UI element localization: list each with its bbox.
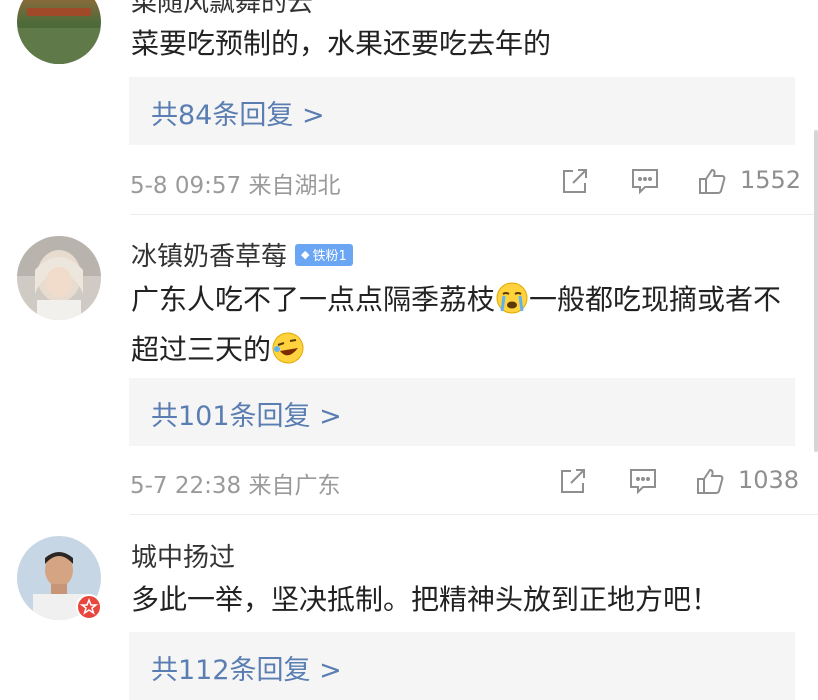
fan-badge[interactable]: ◆ 铁粉1 [295,243,353,266]
username[interactable]: 城中扬过 [131,537,235,574]
replies-link[interactable]: 共84条回复 > [151,93,325,132]
share-icon[interactable] [558,466,588,496]
username[interactable]: 菜随风飘舞的云 [131,0,313,19]
timestamp: 5-8 09:57 [130,173,242,199]
comment-text: 多此一举，坚决抵制。把精神头放到正地方吧！ [131,583,720,616]
replies-link[interactable]: 共101条回复 > [151,394,342,433]
thumbs-up-icon[interactable] [695,466,725,496]
like-count: 1552 [740,166,802,194]
action-bar: 1552 [540,162,802,202]
replies-box[interactable]: 共101条回复 > [129,378,795,446]
comment-text: 广东人吃不了一点点隔季荔枝 一般都吃现摘或者不超过三天的 [131,275,801,375]
divider [130,214,818,215]
action-bar: 1038 [540,462,800,502]
location: 来自广东 [248,473,341,499]
comment-meta: 5-8 09:57 来自湖北 [130,166,340,200]
replies-link[interactable]: 共112条回复 > [151,648,342,687]
comment-text: 菜要吃预制的，水果还要吃去年的 [131,27,552,60]
username-text[interactable]: 冰镇奶香草莓 [131,236,287,273]
comment-icon[interactable] [628,466,658,496]
comment-text-part1: 广东人吃不了一点点隔季荔枝 [131,283,496,316]
replies-box[interactable]: 共84条回复 > [129,77,795,145]
avatar[interactable] [17,236,101,320]
username[interactable]: 冰镇奶香草莓 ◆ 铁粉1 [131,236,353,273]
crying-emoji-icon [496,282,528,314]
timestamp: 5-7 22:38 [130,473,242,499]
divider [130,514,818,515]
laughing-emoji-icon [272,332,304,364]
badge-label: 铁粉1 [312,249,347,264]
like-count: 1038 [738,466,800,494]
verified-badge-icon [76,594,102,620]
avatar[interactable] [17,0,101,64]
replies-box[interactable]: 共112条回复 > [129,632,795,700]
comment-meta: 5-7 22:38 来自广东 [130,466,340,500]
thumbs-up-icon[interactable] [697,166,727,196]
diamond-icon: ◆ [301,248,310,261]
scrollbar[interactable] [814,130,818,452]
comment-icon[interactable] [630,166,660,196]
share-icon[interactable] [560,166,590,196]
location: 来自湖北 [248,173,341,199]
